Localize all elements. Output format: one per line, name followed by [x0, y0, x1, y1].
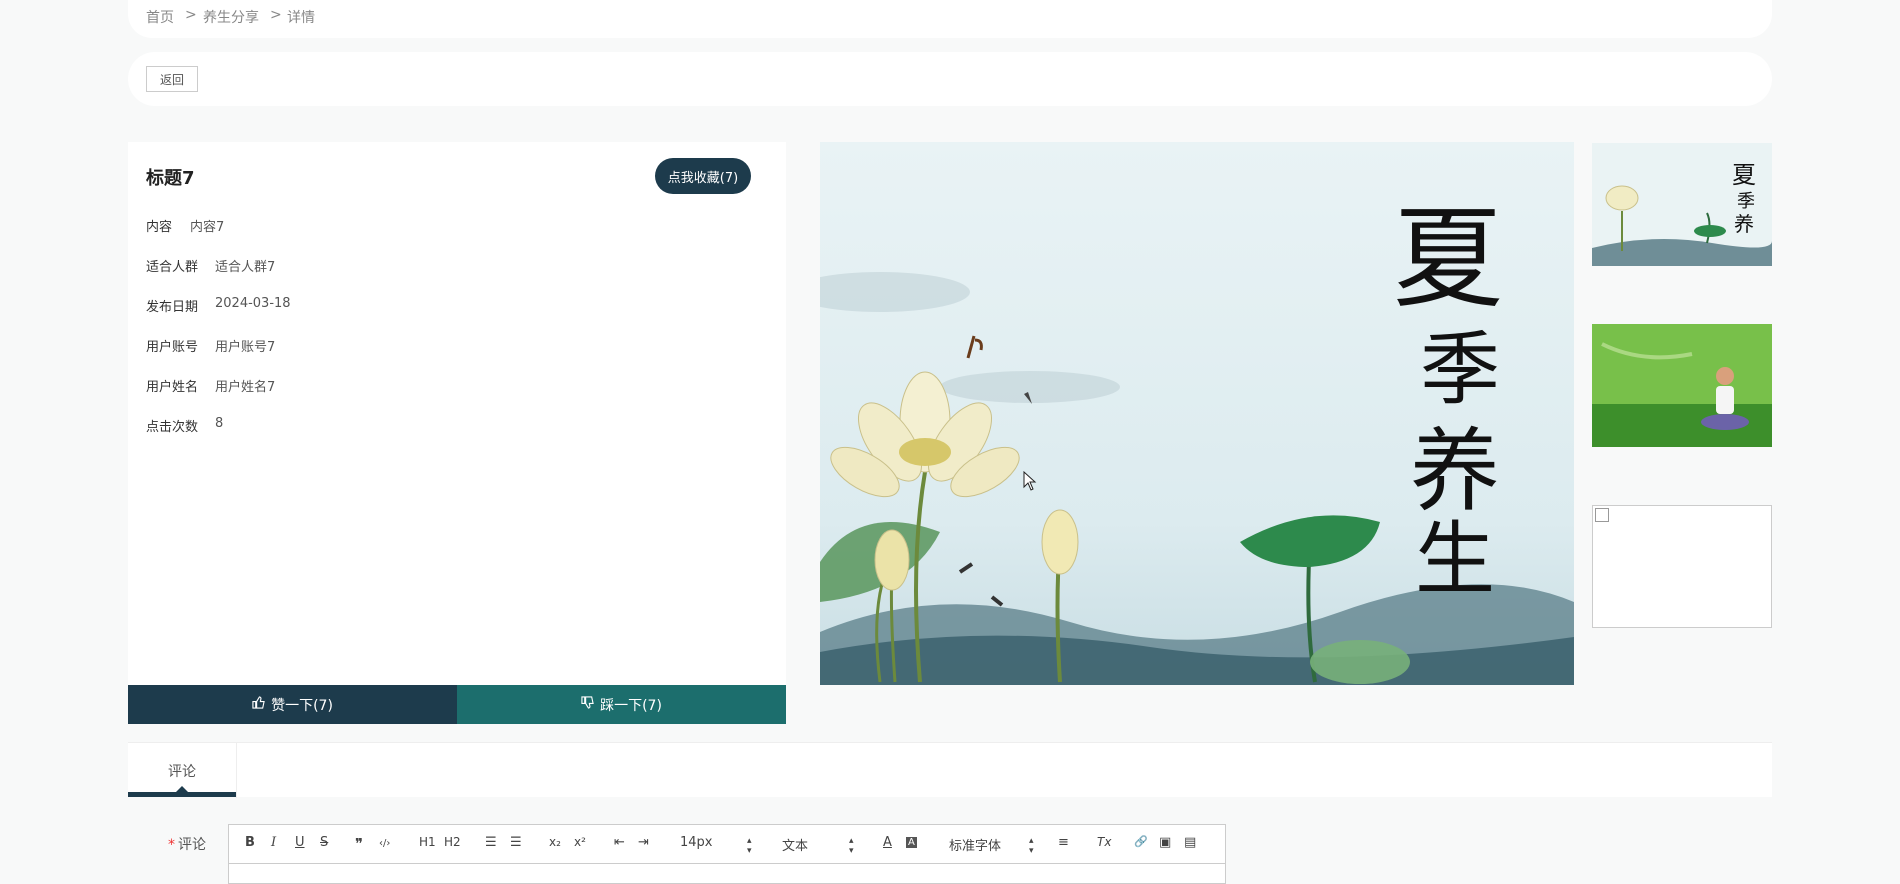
- svg-text:养: 养: [1734, 212, 1754, 236]
- link-icon[interactable]: 🔗: [1134, 835, 1148, 848]
- font-size-value: 14px: [680, 835, 713, 850]
- subscript-icon[interactable]: x₂: [549, 835, 561, 849]
- detail-card: 标题7 点我收藏(7) 内容 内容7 适合人群 适合人群7 发布日期 2024-…: [128, 142, 786, 724]
- tab-bar: 评论: [128, 742, 1772, 798]
- indent-icon[interactable]: ⇥: [638, 835, 649, 850]
- active-tab-indicator: [128, 786, 236, 797]
- bold-icon[interactable]: B: [245, 835, 255, 850]
- quote-icon[interactable]: ❞: [355, 835, 363, 853]
- svg-text:夏: 夏: [1732, 161, 1756, 189]
- required-mark: *: [168, 837, 175, 853]
- field-label: 适合人群: [146, 260, 199, 275]
- back-button[interactable]: 返回: [146, 66, 198, 92]
- comment-label: * 评论: [168, 834, 206, 854]
- field-label: 点击次数: [146, 420, 199, 435]
- underline-icon[interactable]: U: [295, 835, 305, 850]
- field-account: 用户账号 用户账号7: [146, 336, 275, 355]
- field-value: 适合人群7: [215, 260, 276, 275]
- breadcrumb-category[interactable]: 养生分享: [203, 7, 259, 27]
- updown-icon: ▴ ▾: [747, 836, 752, 856]
- like-label: 赞一下(7): [271, 697, 333, 714]
- thumbs-up-icon: [252, 696, 265, 713]
- header-select[interactable]: 文本 ▴ ▾: [782, 835, 854, 856]
- thumbnail-image[interactable]: 夏 季 养: [1592, 143, 1772, 266]
- code-icon[interactable]: ‹/›: [379, 838, 390, 849]
- field-value: 用户账号7: [215, 340, 276, 355]
- heading2-icon[interactable]: H2: [444, 835, 461, 849]
- font-color-icon[interactable]: A: [883, 835, 892, 850]
- superscript-icon[interactable]: x²: [574, 835, 586, 849]
- heading1-icon[interactable]: H1: [419, 835, 436, 849]
- font-family-value: 标准字体: [949, 839, 1002, 854]
- vote-bar: 赞一下(7) 踩一下(7): [128, 685, 786, 724]
- field-value: 内容7: [190, 220, 225, 235]
- thumbs-down-icon: [581, 696, 594, 713]
- align-icon[interactable]: ≡: [1058, 835, 1069, 850]
- main-image: 夏 季 养 生: [820, 142, 1574, 685]
- video-icon[interactable]: ▤: [1184, 835, 1196, 850]
- field-label: 用户姓名: [146, 380, 199, 395]
- background-color-icon[interactable]: A: [906, 837, 917, 848]
- comment-label-text: 评论: [178, 837, 206, 853]
- field-content: 内容 内容7: [146, 216, 224, 235]
- field-clicks: 点击次数 8: [146, 416, 223, 435]
- breadcrumb: 首页 > 养生分享 > 详情: [128, 0, 1772, 38]
- dislike-label: 踩一下(7): [600, 697, 662, 714]
- calligraphy-char: 养: [1410, 419, 1500, 524]
- breadcrumb-current: 详情: [287, 10, 315, 26]
- clear-format-icon[interactable]: Tx: [1097, 835, 1111, 849]
- dislike-button[interactable]: 踩一下(7): [457, 685, 786, 724]
- field-value: 2024-03-18: [215, 296, 291, 311]
- editor-toolbar: B I U S ❞ ‹/› H1 H2 ☰ ☰ x₂ x² ⇤ ⇥ 14px ▴…: [229, 825, 1225, 864]
- italic-icon[interactable]: I: [271, 835, 276, 850]
- like-button[interactable]: 赞一下(7): [128, 685, 457, 724]
- field-username: 用户姓名 用户姓名7: [146, 376, 275, 395]
- updown-icon: ▴ ▾: [849, 836, 854, 856]
- calligraphy-char: 夏: [1393, 195, 1503, 323]
- field-publish-date: 发布日期 2024-03-18: [146, 296, 291, 315]
- svg-text:季: 季: [1737, 191, 1755, 212]
- font-family-select[interactable]: 标准字体 ▴ ▾: [949, 835, 1034, 856]
- ordered-list-icon[interactable]: ☰: [485, 835, 497, 850]
- calligraphy-char: 生: [1415, 513, 1495, 606]
- action-bar: 返回: [128, 52, 1772, 106]
- breadcrumb-separator: >: [270, 7, 282, 23]
- calligraphy-char: 季: [1420, 323, 1500, 416]
- breadcrumb-home[interactable]: 首页: [146, 7, 174, 27]
- field-label: 用户账号: [146, 340, 199, 355]
- field-label: 发布日期: [146, 300, 199, 315]
- image-icon[interactable]: ▣: [1159, 835, 1171, 850]
- thumbnail-image[interactable]: [1592, 324, 1772, 447]
- breadcrumb-separator: >: [185, 7, 197, 23]
- strike-icon[interactable]: S: [320, 835, 328, 850]
- font-size-select[interactable]: 14px ▴ ▾: [680, 835, 752, 856]
- outdent-icon[interactable]: ⇤: [614, 835, 625, 850]
- favorite-button[interactable]: 点我收藏(7): [655, 158, 751, 194]
- thumbnail-image-broken[interactable]: [1592, 505, 1772, 628]
- field-value: 用户姓名7: [215, 380, 276, 395]
- rich-text-editor: B I U S ❞ ‹/› H1 H2 ☰ ☰ x₂ x² ⇤ ⇥ 14px ▴…: [228, 824, 1226, 884]
- field-audience: 适合人群 适合人群7: [146, 256, 275, 275]
- updown-icon: ▴ ▾: [1029, 836, 1034, 856]
- field-value: 8: [215, 416, 224, 431]
- field-label: 内容: [146, 220, 173, 235]
- page-title: 标题7: [146, 168, 195, 189]
- bullet-list-icon[interactable]: ☰: [510, 835, 522, 850]
- mouse-cursor-icon: [1023, 471, 1037, 491]
- header-value: 文本: [782, 839, 809, 854]
